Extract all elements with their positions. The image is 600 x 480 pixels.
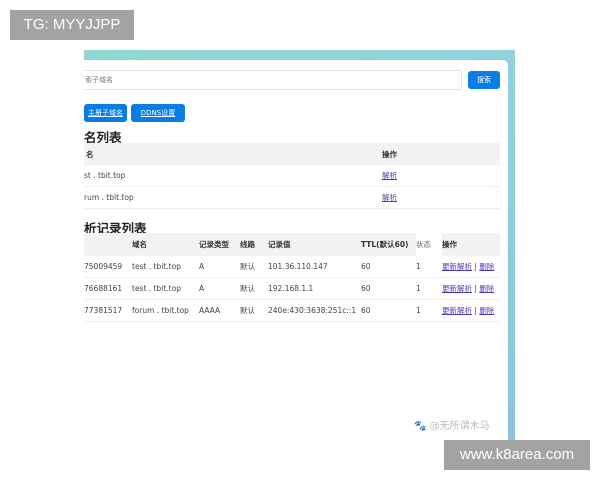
line-cell: 默认 xyxy=(240,299,268,322)
header-value: 记录值 xyxy=(268,233,361,256)
update-link[interactable]: 更新解析 xyxy=(442,306,472,315)
domain-cell: st . tbit.top xyxy=(84,165,382,187)
line-cell: 默认 xyxy=(240,256,268,278)
site-label: www.k8area.com xyxy=(444,440,590,470)
domain-cell: test . tbit.top xyxy=(132,256,199,278)
status-cell: 1 xyxy=(416,256,442,278)
register-subdomain-button[interactable]: 主册子域名 xyxy=(84,104,127,122)
delete-link[interactable]: 删除 xyxy=(479,262,494,271)
type-cell: A xyxy=(199,256,240,278)
type-cell: AAAA xyxy=(199,299,240,322)
separator: | xyxy=(474,284,477,293)
watermark: 🐾 @无所谓木马 xyxy=(414,421,490,432)
domain-cell: forum . tbit.top xyxy=(132,299,199,322)
id-cell: 77381517 xyxy=(84,299,132,322)
table-header: 域名 记录类型 线路 记录值 TTL(默认60) 状态 操作 xyxy=(84,233,500,256)
header-type: 记录类型 xyxy=(199,233,240,256)
header-id xyxy=(84,233,132,256)
value-cell: 192.168.1.1 xyxy=(268,277,361,300)
line-cell: 默认 xyxy=(240,277,268,300)
content-card: 索子域名 搜索 主册子域名 DDNS设置 名列表 名 操作 st . tbit.… xyxy=(84,60,508,450)
header-domain: 名 xyxy=(84,143,382,165)
table-row: 75009459 test . tbit.top A 默认 101.36.110… xyxy=(84,256,500,278)
table-row: st . tbit.top 解析 xyxy=(84,165,500,187)
update-link[interactable]: 更新解析 xyxy=(442,262,472,271)
table-row: 76688161 test . tbit.top A 默认 192.168.1.… xyxy=(84,277,500,300)
header-line: 线路 xyxy=(240,233,268,256)
value-cell: 101.36.110.147 xyxy=(268,256,361,278)
delete-link[interactable]: 删除 xyxy=(479,306,494,315)
search-input[interactable]: 索子域名 xyxy=(84,70,462,90)
header-action: 操作 xyxy=(442,233,500,256)
header-action: 操作 xyxy=(382,143,500,165)
ttl-cell: 60 xyxy=(361,256,416,278)
status-cell: 1 xyxy=(416,299,442,322)
type-cell: A xyxy=(199,277,240,300)
separator: | xyxy=(474,262,477,271)
resolve-link[interactable]: 解析 xyxy=(382,193,397,202)
window-frame-right xyxy=(507,50,515,445)
separator: | xyxy=(474,306,477,315)
records-table: 域名 记录类型 线路 记录值 TTL(默认60) 状态 操作 75009459 … xyxy=(84,233,500,322)
header-status: 状态 xyxy=(416,233,442,256)
id-cell: 75009459 xyxy=(84,256,132,278)
domain-cell: test . tbit.top xyxy=(132,277,199,300)
status-cell: 1 xyxy=(416,277,442,300)
resolve-link[interactable]: 解析 xyxy=(382,171,397,180)
update-link[interactable]: 更新解析 xyxy=(442,284,472,293)
ttl-cell: 60 xyxy=(361,299,416,322)
value-cell: 240e:430:3638:251c::1 xyxy=(268,299,361,322)
delete-link[interactable]: 删除 xyxy=(479,284,494,293)
domain-cell: rum . tbit.top xyxy=(84,186,382,209)
header-domain: 域名 xyxy=(132,233,199,256)
ddns-settings-button[interactable]: DDNS设置 xyxy=(131,104,185,122)
domain-table: 名 操作 st . tbit.top 解析 rum . tbit.top 解析 xyxy=(84,143,500,209)
table-row: 77381517 forum . tbit.top AAAA 默认 240e:4… xyxy=(84,299,500,322)
id-cell: 76688161 xyxy=(84,277,132,300)
table-row: rum . tbit.top 解析 xyxy=(84,186,500,209)
ttl-cell: 60 xyxy=(361,277,416,300)
search-button[interactable]: 搜索 xyxy=(468,71,500,89)
header-ttl: TTL(默认60) xyxy=(361,233,416,256)
tg-label: TG: MYYJJPP xyxy=(10,10,134,40)
table-header: 名 操作 xyxy=(84,143,500,165)
